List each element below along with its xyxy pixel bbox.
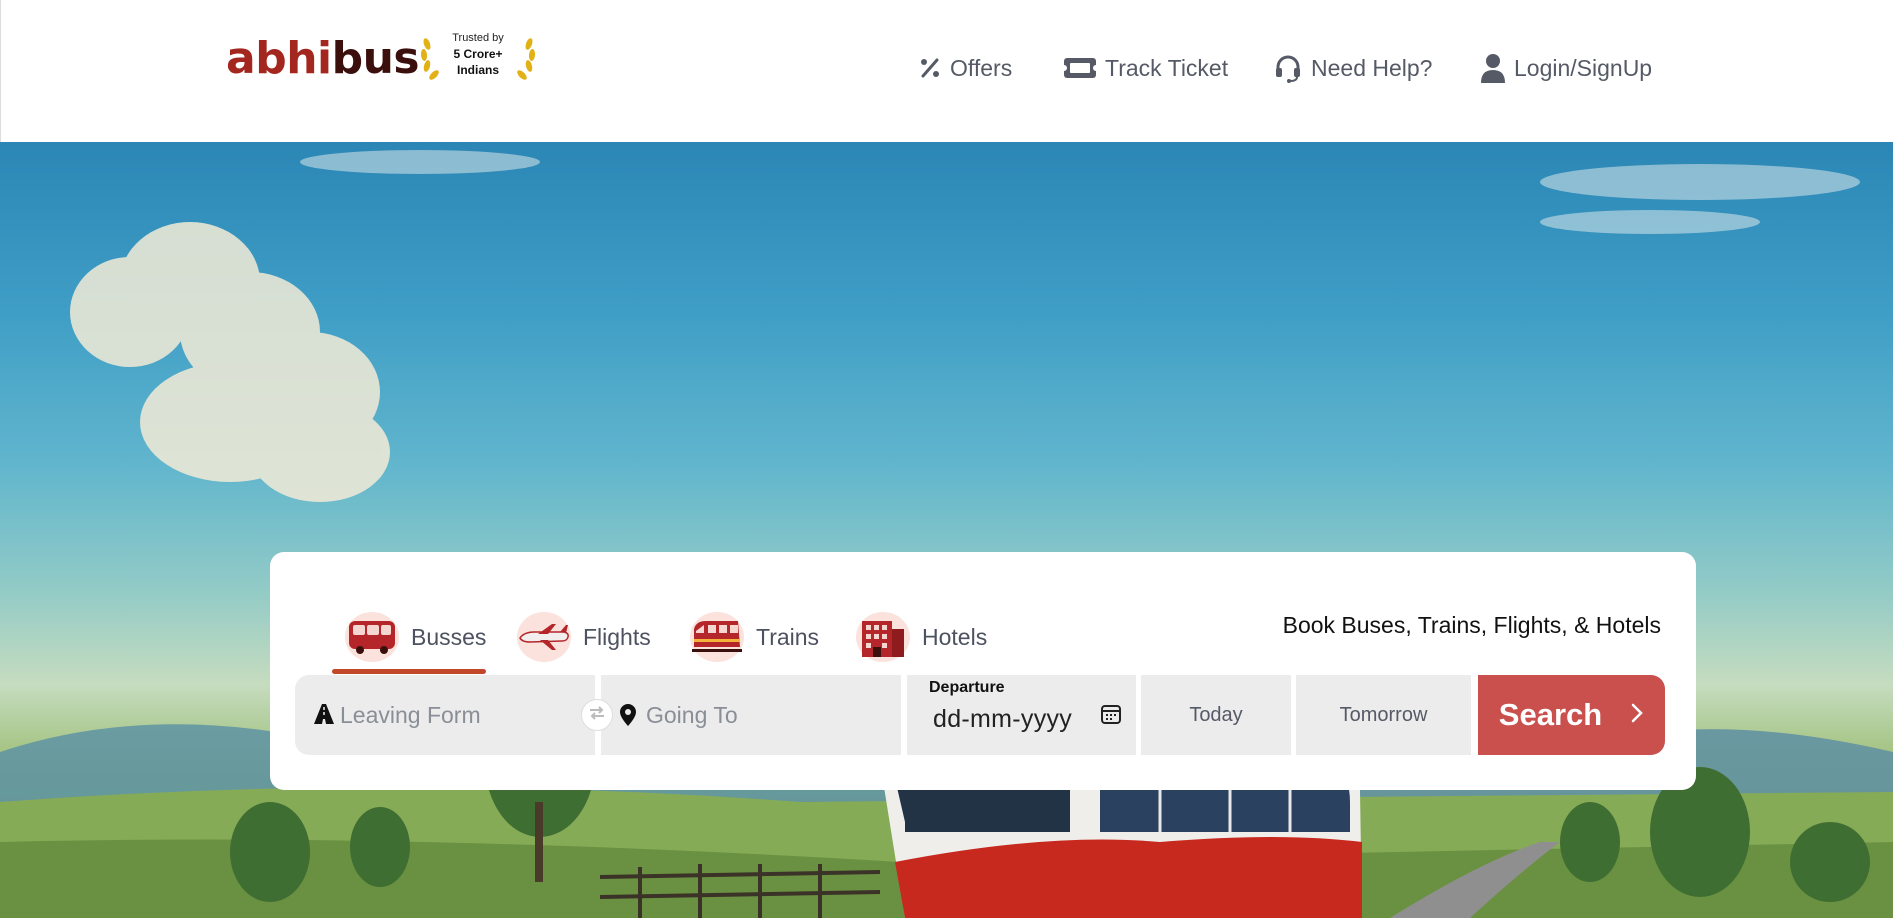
trust-line-3: Indians xyxy=(456,63,499,77)
tab-hotels-label: Hotels xyxy=(922,623,988,650)
tomorrow-button[interactable]: Tomorrow xyxy=(1296,675,1471,755)
abhibus-logo[interactable]: abhibus xyxy=(226,33,420,84)
tab-trains-label: Trains xyxy=(756,623,820,650)
headset-icon xyxy=(1273,53,1303,83)
tab-busses[interactable]: Busses xyxy=(345,607,486,667)
bus-icon xyxy=(345,612,399,662)
chevron-right-icon xyxy=(1630,702,1644,729)
logo-part-abhi: abhi xyxy=(226,33,332,84)
location-pin-icon xyxy=(619,703,637,732)
percent-icon xyxy=(918,56,942,80)
nav-offers-label: Offers xyxy=(950,54,1013,81)
search-button-label: Search xyxy=(1498,697,1603,732)
swap-locations-button[interactable] xyxy=(581,699,613,731)
trust-badge: Trusted by 5 Crore+ Indians xyxy=(419,28,537,82)
road-icon xyxy=(313,703,335,730)
tab-trains[interactable]: Trains xyxy=(690,607,819,667)
hotel-icon xyxy=(856,612,910,662)
hero-landscape-image xyxy=(0,150,1893,918)
hero-banner: Busses Flights Trains Hotels Book Buses,… xyxy=(0,142,1893,918)
nav-login-label: Login/SignUp xyxy=(1514,54,1653,81)
departure-date-value[interactable]: dd-mm-yyyy xyxy=(933,705,1072,734)
search-button[interactable]: Search xyxy=(1478,675,1665,755)
trust-line-2: 5 Crore+ xyxy=(453,47,503,61)
user-icon xyxy=(1480,53,1506,83)
calendar-icon[interactable] xyxy=(1100,703,1122,730)
today-label: Today xyxy=(1189,704,1243,726)
nav-login-signup[interactable]: Login/SignUp xyxy=(1480,48,1652,88)
leaving-from-input[interactable] xyxy=(340,675,575,755)
going-to-field xyxy=(601,675,901,755)
trust-line-1: Trusted by xyxy=(452,32,504,44)
nav-track-ticket[interactable]: Track Ticket xyxy=(1063,48,1228,88)
site-header: abhibus Trusted by 5 Crore+ Indians Offe… xyxy=(0,0,1893,142)
leaving-from-field xyxy=(295,675,595,755)
today-button[interactable]: Today xyxy=(1141,675,1291,755)
train-icon xyxy=(690,612,744,662)
nav-offers[interactable]: Offers xyxy=(918,48,1012,88)
tab-hotels[interactable]: Hotels xyxy=(856,607,987,667)
cloud-illustration xyxy=(70,222,390,502)
tomorrow-label: Tomorrow xyxy=(1339,704,1428,726)
active-tab-indicator xyxy=(332,669,486,674)
going-to-input[interactable] xyxy=(646,675,881,755)
search-card: Busses Flights Trains Hotels Book Buses,… xyxy=(270,552,1696,790)
tab-busses-label: Busses xyxy=(411,623,487,650)
tab-flights-label: Flights xyxy=(583,623,651,650)
flight-icon xyxy=(517,612,571,662)
nav-help-label: Need Help? xyxy=(1311,54,1433,81)
departure-label: Departure xyxy=(929,679,1005,696)
logo-part-bus: bus xyxy=(331,33,420,84)
swap-arrows-icon xyxy=(587,703,607,728)
nav-track-label: Track Ticket xyxy=(1105,54,1229,81)
nav-need-help[interactable]: Need Help? xyxy=(1273,48,1432,88)
booking-tagline: Book Buses, Trains, Flights, & Hotels xyxy=(1282,612,1661,638)
tab-flights[interactable]: Flights xyxy=(517,607,651,667)
departure-date-field[interactable]: Departure dd-mm-yyyy xyxy=(907,675,1136,755)
ticket-icon xyxy=(1063,56,1097,80)
